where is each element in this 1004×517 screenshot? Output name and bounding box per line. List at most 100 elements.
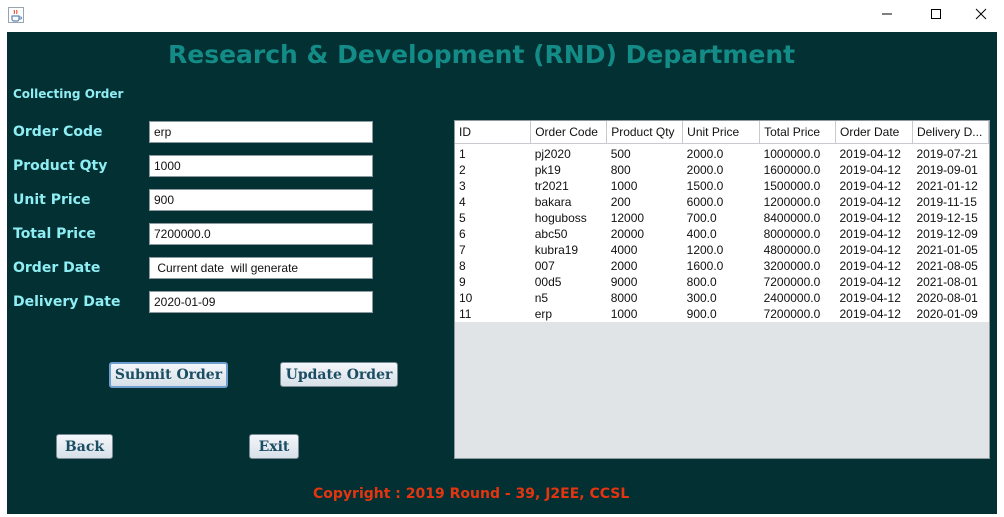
table-cell: 2020-08-01 xyxy=(916,290,978,305)
table-cell: 2019-04-12 xyxy=(839,178,901,193)
product-qty-input[interactable] xyxy=(149,155,373,177)
table-row[interactable]: 3 tr2021 1000 1500.0 1500000.0 2019-04-12 2021… xyxy=(455,178,989,194)
back-button[interactable]: Back xyxy=(56,434,113,459)
table-cell: 007 xyxy=(534,258,555,273)
table-cell: 00d5 xyxy=(534,274,562,289)
table-row[interactable]: 5 hoguboss 12000 700.0 8400000.0 2019-04-12 20… xyxy=(455,210,989,226)
table-row[interactable]: 4 bakara 200 6000.0 1200000.0 2019-04-12 2019-… xyxy=(455,194,989,210)
exit-button[interactable]: Exit xyxy=(249,434,299,459)
minimize-button[interactable] xyxy=(864,0,910,32)
orders-table[interactable]: ID Order Code Product Qty Unit Price Tot… xyxy=(455,121,989,322)
table-row[interactable]: 6 abc50 20000 400.0 8000000.0 2019-04-12 2019-… xyxy=(455,226,989,242)
column-header[interactable]: ID xyxy=(455,121,532,144)
column-header[interactable]: Unit Price xyxy=(682,121,761,144)
table-cell: 2020-01-09 xyxy=(916,306,978,321)
column-header[interactable]: Product Qty xyxy=(606,121,684,144)
delivery-date-input[interactable] xyxy=(149,291,373,313)
table-cell: 1 xyxy=(459,146,466,161)
table-cell: 7200000.0 xyxy=(763,306,821,321)
table-cell: 900.0 xyxy=(686,306,717,321)
table-cell: 3 xyxy=(459,178,466,193)
table-cell: 8000 xyxy=(610,290,638,305)
table-cell: 2019-04-12 xyxy=(839,274,901,289)
table-cell: 10 xyxy=(459,290,473,305)
table-cell: 2019-09-01 xyxy=(916,162,978,177)
table-cell: 5 xyxy=(459,210,466,225)
table-cell: bakara xyxy=(534,194,572,209)
table-cell: 2000.0 xyxy=(686,162,724,177)
table-cell: 2019-04-12 xyxy=(839,258,901,273)
column-header[interactable]: Order Date xyxy=(835,121,913,144)
product-qty-label: Product Qty xyxy=(13,158,108,174)
table-cell: 9000 xyxy=(610,274,638,289)
order-date-label: Order Date xyxy=(13,260,101,276)
table-cell: 300.0 xyxy=(686,290,717,305)
table-cell: 3200000.0 xyxy=(763,258,821,273)
orders-table-body: 1 pj2020 500 2000.0 1000000.0 2019-04-12 2019-… xyxy=(455,143,989,322)
table-cell: 2019-04-12 xyxy=(839,242,901,257)
table-cell: 2000 xyxy=(610,258,638,273)
table-cell: 8 xyxy=(459,258,466,273)
table-cell: 1600000.0 xyxy=(763,162,821,177)
table-cell: 1200.0 xyxy=(686,242,724,257)
java-cup-icon xyxy=(8,7,24,23)
unit-price-label: Unit Price xyxy=(13,192,91,208)
table-row[interactable]: 1 pj2020 500 2000.0 1000000.0 2019-04-12 2019-… xyxy=(455,143,989,162)
table-cell: 2021-01-05 xyxy=(916,242,978,257)
table-cell: 2021-08-05 xyxy=(916,258,978,273)
table-cell: 400.0 xyxy=(686,226,717,241)
order-code-label: Order Code xyxy=(13,124,103,140)
maximize-icon xyxy=(930,7,942,25)
table-cell: 1000000.0 xyxy=(763,146,821,161)
table-cell: 4800000.0 xyxy=(763,242,821,257)
table-row[interactable]: 11 erp 1000 900.0 7200000.0 2019-04-12 2020-01… xyxy=(455,306,989,322)
table-cell: 1000 xyxy=(610,306,638,321)
table-cell: 8000000.0 xyxy=(763,226,821,241)
column-header[interactable]: Total Price xyxy=(759,121,836,144)
total-price-input[interactable] xyxy=(149,223,373,245)
table-cell: erp xyxy=(534,306,553,321)
table-cell: 1500.0 xyxy=(686,178,724,193)
table-cell: 2019-11-15 xyxy=(916,194,977,209)
unit-price-input[interactable] xyxy=(149,189,373,211)
column-header[interactable]: Order Code xyxy=(530,121,608,144)
maximize-button[interactable] xyxy=(913,0,959,32)
table-header-row: ID Order Code Product Qty Unit Price Tot… xyxy=(455,121,989,144)
table-row[interactable]: 7 kubra19 4000 1200.0 4800000.0 2019-04-12 202… xyxy=(455,242,989,258)
table-cell: n5 xyxy=(534,290,549,305)
table-cell: 2019-04-12 xyxy=(839,290,901,305)
table-cell: 2019-04-12 xyxy=(839,194,901,209)
table-cell: 200 xyxy=(610,194,631,209)
section-subtitle: Collecting Order xyxy=(13,87,124,101)
order-date-input[interactable] xyxy=(149,257,373,279)
table-cell: 6 xyxy=(459,226,466,241)
table-row[interactable]: 8 007 2000 1600.0 3200000.0 2019-04-12 2021-08… xyxy=(455,258,989,274)
close-button[interactable] xyxy=(958,0,1004,32)
table-cell: 8400000.0 xyxy=(763,210,821,225)
table-cell: 2019-04-12 xyxy=(839,146,901,161)
minimize-icon xyxy=(881,7,893,25)
delivery-date-label: Delivery Date xyxy=(13,294,121,310)
update-order-button[interactable]: Update Order xyxy=(280,362,398,387)
orders-table-scrollpane[interactable]: ID Order Code Product Qty Unit Price Tot… xyxy=(454,120,990,459)
copyright-text: Copyright : 2019 Round - 39, J2EE, CCSL xyxy=(313,486,630,502)
table-row[interactable]: 10 n5 8000 300.0 2400000.0 2019-04-12 2020-08-… xyxy=(455,290,989,306)
column-header[interactable]: Delivery D... xyxy=(912,121,989,144)
order-code-input[interactable] xyxy=(149,121,373,143)
table-cell: 20000 xyxy=(610,226,645,241)
table-cell: kubra19 xyxy=(534,242,579,257)
table-cell: pk19 xyxy=(534,162,561,177)
table-cell: 1000 xyxy=(610,178,638,193)
table-cell: 2019-04-12 xyxy=(839,306,901,321)
table-cell: 11 xyxy=(459,306,472,321)
table-row[interactable]: 2 pk19 800 2000.0 1600000.0 2019-04-12 2019-09… xyxy=(455,162,989,178)
table-row[interactable]: 9 00d5 9000 800.0 7200000.0 2019-04-12 2021-08… xyxy=(455,274,989,290)
table-cell: abc50 xyxy=(534,226,568,241)
table-cell: 2019-04-12 xyxy=(839,210,901,225)
submit-order-button[interactable]: Submit Order xyxy=(109,362,228,388)
table-cell: 7200000.0 xyxy=(763,274,821,289)
total-price-label: Total Price xyxy=(13,226,96,242)
table-cell: 500 xyxy=(610,146,631,161)
title-bar xyxy=(0,0,1004,32)
table-cell: 12000 xyxy=(610,210,645,225)
